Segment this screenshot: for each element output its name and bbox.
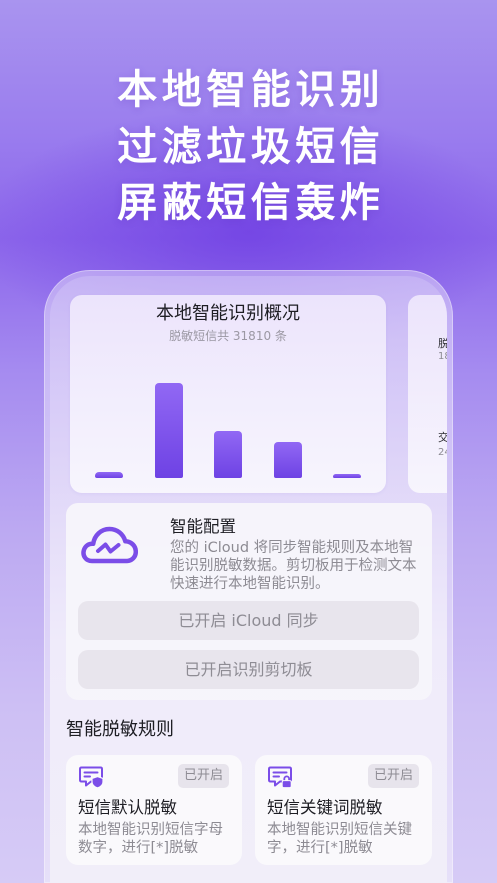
chart-bar-1 <box>95 471 123 478</box>
status-badge: 已开启 <box>367 764 419 788</box>
headline-line-1: 本地智能识别 <box>117 67 385 113</box>
phone-screen: 本地智能识别概况 脱敏短信共 31810 条 脱 18 交 24 智能配置 您的… <box>50 276 447 883</box>
shield-badge <box>91 775 104 789</box>
message-shield-icon <box>79 766 104 789</box>
smart-config-card: 智能配置 您的 iCloud 将同步智能规则及本地智能识别脱敏数据。剪切板用于检… <box>66 503 432 700</box>
phone-frame: 本地智能识别概况 脱敏短信共 31810 条 脱 18 交 24 智能配置 您的… <box>44 270 453 883</box>
stat-label-2: 交 <box>438 431 447 444</box>
overview-chart-card: 本地智能识别概况 脱敏短信共 31810 条 <box>70 295 386 493</box>
rule-card-default[interactable]: 已开启 短信默认脱敏 本地智能识别短信字母数字，进行[*]脱敏 <box>66 755 242 865</box>
rule-card-keyword[interactable]: 已开启 短信关键词脱敏 本地智能识别短信关键字，进行[*]脱敏 <box>255 755 432 865</box>
bubble-lines <box>83 771 99 778</box>
stat-value-2: 24 <box>438 447 447 458</box>
promo-headline: 本地智能识别 过滤垃圾短信 屏蔽短信轰炸 <box>0 62 497 232</box>
chart-bar-3 <box>214 430 242 478</box>
config-title: 智能配置 <box>170 517 236 536</box>
config-description: 您的 iCloud 将同步智能规则及本地智能识别脱敏数据。剪切板用于检测文本快速… <box>170 540 417 592</box>
bubble-lines <box>272 771 288 778</box>
cloud-zigzag <box>96 542 121 554</box>
rule-description: 本地智能识别短信字母数字，进行[*]脱敏 <box>78 822 223 856</box>
chart-bar-4 <box>273 442 302 478</box>
status-badge: 已开启 <box>177 764 229 788</box>
chart-title: 本地智能识别概况 <box>156 303 300 324</box>
cloud-outline <box>81 526 138 564</box>
chart-bar-2 <box>154 383 183 478</box>
headline-line-2: 过滤垃圾短信 <box>117 123 385 170</box>
stat-value-1: 18 <box>438 351 447 362</box>
bar-plot <box>95 350 361 478</box>
headline-line-3: 屏蔽短信轰炸 <box>117 180 385 226</box>
next-stats-card[interactable]: 脱 18 交 24 <box>408 295 447 493</box>
lock-body <box>281 780 292 789</box>
icloud-sync-button[interactable]: 已开启 iCloud 同步 <box>78 601 419 640</box>
rules-section-title: 智能脱敏规则 <box>66 719 174 740</box>
chart-bar-5 <box>333 474 361 478</box>
cloud-sync-icon <box>81 526 138 564</box>
message-lock-icon <box>268 766 292 789</box>
rule-description: 本地智能识别短信关键字，进行[*]脱敏 <box>267 822 412 856</box>
rule-title: 短信关键词脱敏 <box>267 798 383 817</box>
chart-subtitle: 脱敏短信共 31810 条 <box>169 329 287 343</box>
stat-label-1: 脱 <box>438 337 447 350</box>
clipboard-detect-button[interactable]: 已开启识别剪切板 <box>78 650 419 689</box>
rule-title: 短信默认脱敏 <box>78 798 177 817</box>
